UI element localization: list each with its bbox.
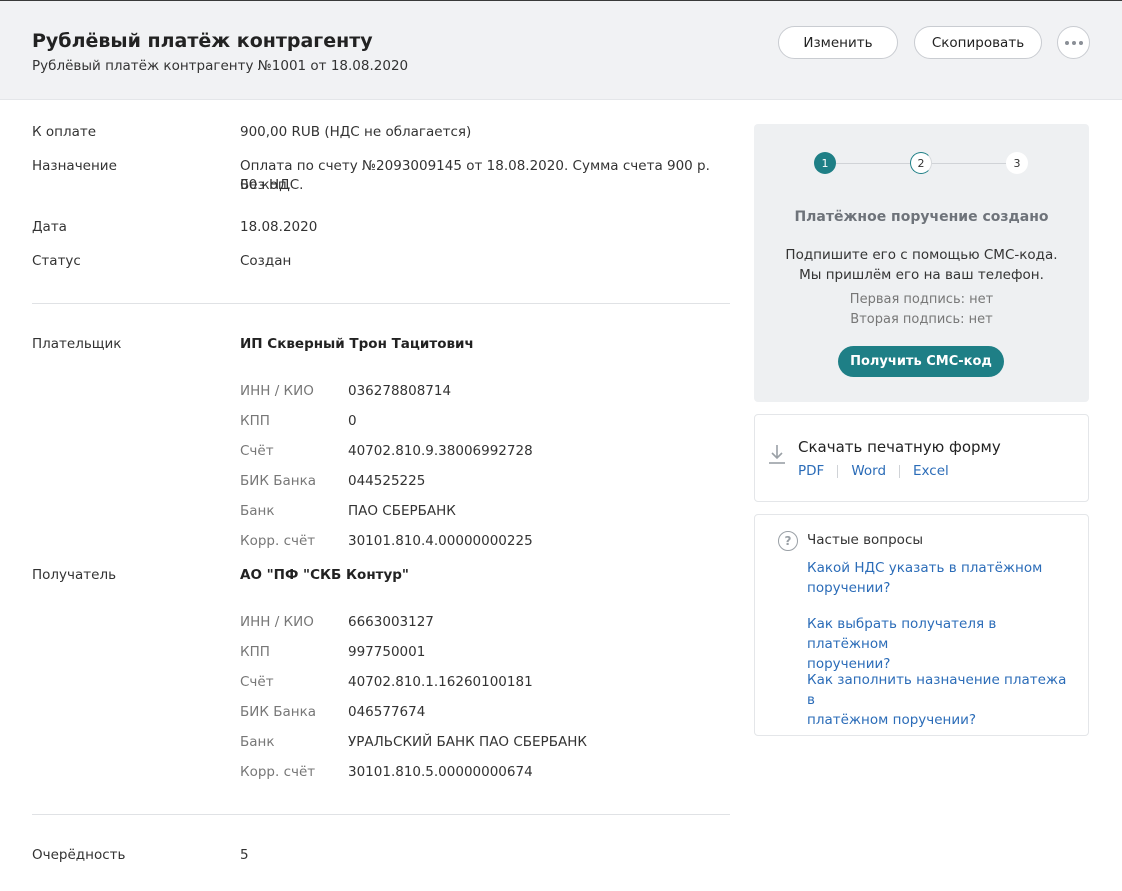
recipient-bik-value: 046577674 [348,704,426,720]
payer-bik-value: 044525225 [348,473,426,489]
faq-link-line: Какой НДС указать в платёжном [807,560,1043,576]
payer-kpp-label: КПП [240,413,270,429]
status-card-text-1: Подпишите его с помощью СМС-кода. [785,247,1058,263]
payer-inn-label: ИНН / КИО [240,383,314,399]
payer-bik-label: БИК Банка [240,473,317,489]
faq-link-recipient[interactable]: Как выбрать получателя в платёжном поруч… [807,614,1072,674]
payer-bank-label: Банк [240,503,275,519]
recipient-bank-value: УРАЛЬСКИЙ БАНК ПАО СБЕРБАНК [348,734,587,750]
recipient-kpp-label: КПП [240,644,270,660]
status-card-text-2: Мы пришлём его на ваш телефон. [799,267,1044,283]
page-title: Рублёвый платёж контрагенту [32,30,373,52]
page-subtitle: Рублёвый платёж контрагенту №1001 от 18.… [32,58,409,74]
edit-button[interactable]: Изменить [778,26,898,59]
first-signature-status: Первая подпись: нет [849,292,994,307]
faq-link-line: платёжном поручении? [807,712,977,728]
question-circle-icon: ? [778,531,798,551]
download-links: PDF Word Excel [798,463,949,479]
recipient-corr-label: Корр. счёт [240,764,316,780]
recipient-name: АО "ПФ "СКБ Контур" [240,567,409,583]
divider [32,303,730,304]
step-connector [836,163,910,164]
status-label: Статус [32,253,81,269]
download-card: Скачать печатную форму PDF Word Excel [754,414,1089,502]
recipient-label: Получатель [32,567,117,583]
payer-name: ИП Скверный Трон Тацитович [240,336,474,352]
step-connector [932,163,1006,164]
stepper: 1 2 3 [814,152,1029,176]
recipient-inn-value: 6663003127 [348,614,434,630]
download-icon [769,445,785,464]
faq-title: Частые вопросы [807,532,924,548]
recipient-inn-label: ИНН / КИО [240,614,314,630]
faq-link-purpose[interactable]: Как заполнить назначение платежа в платё… [807,670,1072,730]
amount-value: 900,00 RUB (НДС не облагается) [240,124,472,140]
more-button[interactable] [1057,26,1090,59]
date-value: 18.08.2020 [240,219,318,235]
page-header: Рублёвый платёж контрагенту Рублёвый пла… [0,0,1122,100]
payer-label: Плательщик [32,336,122,352]
separator [899,464,901,478]
date-label: Дата [32,219,67,235]
status-value: Создан [240,253,292,269]
step-3: 3 [1006,152,1028,174]
separator [837,464,839,478]
recipient-account-label: Счёт [240,674,274,690]
step-2: 2 [910,152,932,174]
get-sms-code-button[interactable]: Получить СМС-код [838,346,1004,377]
faq-card: ? Частые вопросы Какой НДС указать в пла… [754,514,1089,736]
download-excel-link[interactable]: Excel [913,463,949,479]
recipient-corr-value: 30101.810.5.00000000674 [348,764,533,780]
status-card-title: Платёжное поручение создано [794,209,1049,225]
purpose-label: Назначение [32,158,117,174]
download-pdf-link[interactable]: PDF [798,463,824,479]
payer-bank-value: ПАО СБЕРБАНК [348,503,456,519]
payer-account-label: Счёт [240,443,274,459]
step-1: 1 [814,152,836,174]
recipient-account-value: 40702.810.1.16260100181 [348,674,533,690]
more-horizontal-icon [1064,40,1083,45]
amount-label: К оплате [32,124,97,140]
payer-kpp-value: 0 [348,413,357,429]
download-word-link[interactable]: Word [851,463,886,479]
download-title: Скачать печатную форму [798,438,1001,456]
payer-inn-value: 036278808714 [348,383,452,399]
status-card: 1 2 3 Платёжное поручение создано Подпиш… [754,124,1089,402]
purpose-line-2: Без НДС. [240,177,304,193]
copy-button[interactable]: Скопировать [914,26,1042,59]
priority-label: Очерёдность [32,847,126,863]
second-signature-status: Вторая подпись: нет [850,312,993,327]
priority-value: 5 [240,847,249,863]
payer-corr-label: Корр. счёт [240,533,316,549]
faq-link-line: Как выбрать получателя в платёжном [807,616,997,652]
recipient-bik-label: БИК Банка [240,704,317,720]
faq-link-line: Как заполнить назначение платежа в [807,672,1067,708]
recipient-bank-label: Банк [240,734,275,750]
recipient-kpp-value: 997750001 [348,644,426,660]
faq-link-line: поручении? [807,580,891,596]
faq-link-vat[interactable]: Какой НДС указать в платёжном поручении? [807,558,1072,598]
divider [32,814,730,815]
payer-corr-value: 30101.810.4.00000000225 [348,533,533,549]
payer-account-value: 40702.810.9.38006992728 [348,443,533,459]
